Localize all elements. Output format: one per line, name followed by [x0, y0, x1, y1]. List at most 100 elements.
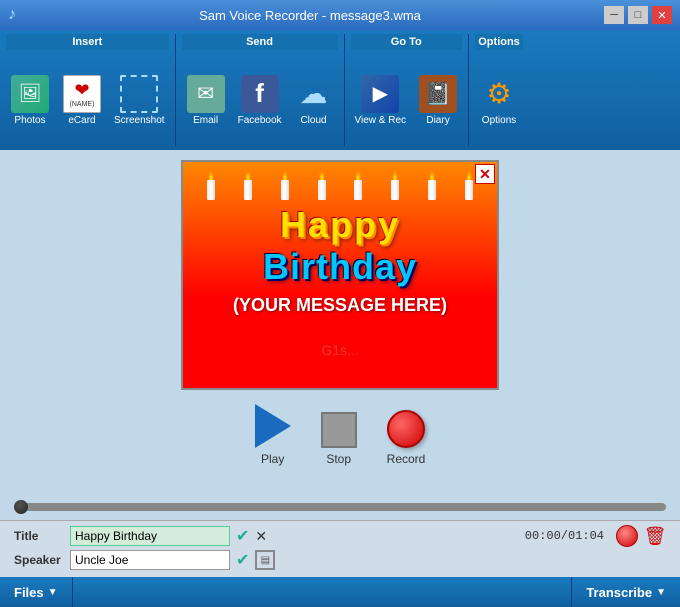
candle-body-3 — [281, 180, 289, 200]
facebook-icon: f — [241, 75, 279, 113]
diary-button[interactable]: 📓 Diary — [414, 71, 462, 130]
speaker-check-icon[interactable]: ✔ — [236, 550, 249, 570]
send-buttons: ✉ Email f Facebook ☁ Cloud — [182, 54, 338, 146]
candle-5 — [354, 170, 362, 200]
flame-5 — [355, 170, 361, 180]
email-button[interactable]: ✉ Email — [182, 71, 230, 130]
screenshot-button[interactable]: Screenshot — [110, 71, 169, 130]
email-icon: ✉ — [187, 75, 225, 113]
minimize-button[interactable]: ─ — [604, 6, 624, 24]
candle-7 — [428, 170, 436, 200]
goto-section-label: Go To — [351, 34, 463, 50]
candle-4 — [318, 170, 326, 200]
screenshot-label: Screenshot — [114, 115, 165, 126]
viewrec-button[interactable]: ▶ View & Rec — [351, 71, 411, 130]
timeline-area — [0, 490, 680, 520]
candle-3 — [281, 170, 289, 200]
window-controls: ─ □ ✕ — [604, 6, 672, 24]
play-label: Play — [261, 452, 284, 466]
options-buttons: ⚙ Options — [475, 54, 523, 146]
candle-body-2 — [244, 180, 252, 200]
metadata-area: Title ✔ ✕ 00:00/01:04 🗑 Speaker ✔ ▤ — [0, 520, 680, 577]
cloud-button[interactable]: ☁ Cloud — [290, 71, 338, 130]
record-icon — [387, 410, 425, 448]
transcribe-label: Transcribe — [586, 585, 652, 600]
playback-controls: Play Stop Record — [255, 404, 426, 466]
options-section-label: Options — [475, 34, 523, 50]
candle-body-5 — [354, 180, 362, 200]
candle-1 — [207, 170, 215, 200]
stop-button[interactable]: Stop — [321, 412, 357, 466]
flame-6 — [392, 170, 398, 180]
flame-1 — [208, 170, 214, 180]
ecard-button[interactable]: ❤ (NAME) eCard — [58, 71, 106, 130]
record-label: Record — [387, 452, 426, 466]
speaker-icon[interactable]: ▤ — [255, 550, 275, 570]
candle-body-6 — [391, 180, 399, 200]
transcribe-button[interactable]: Transcribe ▼ — [571, 577, 680, 607]
insert-section-label: Insert — [6, 34, 169, 50]
title-row: Title ✔ ✕ 00:00/01:04 🗑 — [14, 525, 666, 547]
birthday-text: Birthday — [183, 246, 497, 288]
watermark: G1s... — [321, 342, 358, 358]
flame-7 — [429, 170, 435, 180]
play-icon — [255, 404, 291, 448]
card-candles — [183, 162, 497, 200]
diary-icon: 📓 — [419, 75, 457, 113]
ecard-label: eCard — [68, 115, 95, 126]
audio-icon: ♪ — [8, 6, 16, 24]
send-section-label: Send — [182, 34, 338, 50]
toolbar: Insert 🖼 Photos ❤ (NAME) eCard Screensho… — [0, 30, 680, 150]
mini-record-icon — [616, 525, 638, 547]
happy-text: Happy — [183, 204, 497, 246]
candle-8 — [465, 170, 473, 200]
transcribe-chevron-icon: ▼ — [656, 587, 666, 598]
toolbar-options-section: Options ⚙ Options — [469, 34, 529, 146]
toolbar-send-section: Send ✉ Email f Facebook ☁ Cloud — [176, 34, 345, 146]
title-field-label: Title — [14, 529, 64, 543]
candle-2 — [244, 170, 252, 200]
photos-button[interactable]: 🖼 Photos — [6, 71, 54, 130]
files-button[interactable]: Files ▼ — [0, 577, 73, 607]
files-label: Files — [14, 585, 44, 600]
candle-body-1 — [207, 180, 215, 200]
candle-6 — [391, 170, 399, 200]
progress-bar[interactable] — [14, 503, 666, 511]
close-button[interactable]: ✕ — [652, 6, 672, 24]
email-label: Email — [193, 115, 218, 126]
title-bar: ♪ Sam Voice Recorder - message3.wma ─ □ … — [0, 0, 680, 30]
screenshot-icon — [120, 75, 158, 113]
main-area: ✕ Happy Birthday (YOUR MESSAGE HERE) G1s… — [0, 150, 680, 490]
cloud-icon: ☁ — [295, 75, 333, 113]
card-popup: ✕ Happy Birthday (YOUR MESSAGE HERE) G1s… — [181, 160, 499, 390]
candle-body-4 — [318, 180, 326, 200]
flame-3 — [282, 170, 288, 180]
title-input[interactable] — [70, 526, 230, 546]
message-placeholder: (YOUR MESSAGE HERE) — [183, 290, 497, 321]
ecard-icon: ❤ (NAME) — [63, 75, 101, 113]
play-button[interactable]: Play — [255, 404, 291, 466]
flame-4 — [319, 170, 325, 180]
insert-buttons: 🖼 Photos ❤ (NAME) eCard Screenshot — [6, 54, 169, 146]
options-button[interactable]: ⚙ Options — [475, 71, 523, 130]
toolbar-goto-section: Go To ▶ View & Rec 📓 Diary — [345, 34, 470, 146]
progress-thumb[interactable] — [14, 500, 28, 514]
speaker-input[interactable] — [70, 550, 230, 570]
flame-2 — [245, 170, 251, 180]
happy-birthday-display: Happy Birthday — [183, 200, 497, 290]
facebook-label: Facebook — [238, 115, 282, 126]
photos-icon: 🖼 — [11, 75, 49, 113]
stop-icon — [321, 412, 357, 448]
title-check-icon[interactable]: ✔ — [236, 526, 249, 546]
candle-body-7 — [428, 180, 436, 200]
delete-icon[interactable]: 🗑 — [644, 525, 666, 547]
title-x-icon[interactable]: ✕ — [255, 528, 267, 545]
viewrec-label: View & Rec — [355, 115, 407, 126]
time-display: 00:00/01:04 — [525, 529, 604, 543]
toolbar-insert-section: Insert 🖼 Photos ❤ (NAME) eCard Screensho… — [0, 34, 176, 146]
record-button[interactable]: Record — [387, 410, 426, 466]
card-close-button[interactable]: ✕ — [475, 164, 495, 184]
bottom-bar: Files ▼ Transcribe ▼ — [0, 577, 680, 607]
maximize-button[interactable]: □ — [628, 6, 648, 24]
facebook-button[interactable]: f Facebook — [234, 71, 286, 130]
